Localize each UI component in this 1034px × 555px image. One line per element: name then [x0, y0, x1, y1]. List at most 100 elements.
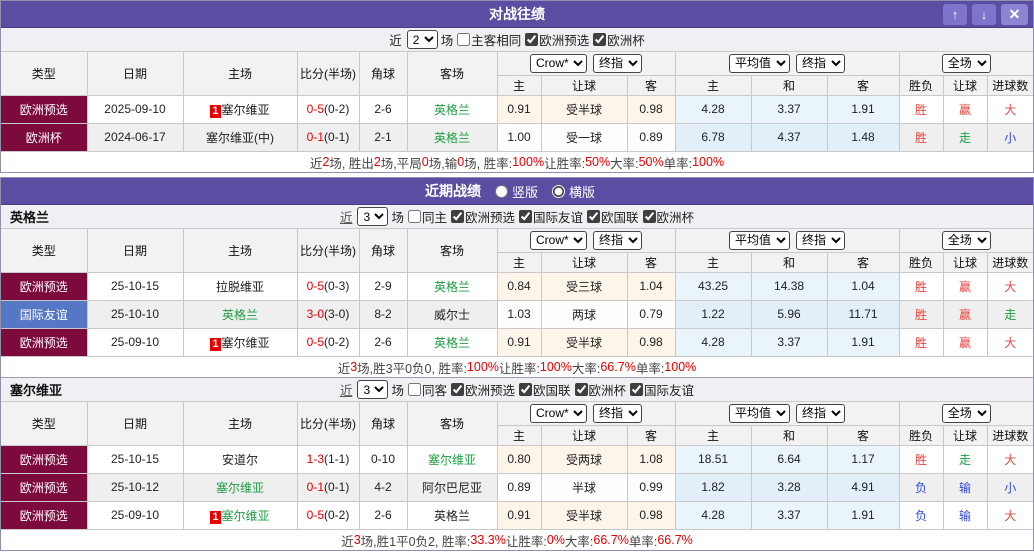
- summary-segment: 0%: [546, 533, 565, 547]
- filter-checkbox-item[interactable]: 同客: [407, 380, 447, 399]
- home-odds-cell: 0.91: [496, 327, 542, 357]
- checkbox-icon[interactable]: [574, 383, 588, 396]
- summary-segment: 让胜率:: [544, 156, 586, 171]
- scope-select[interactable]: 全场: [941, 230, 991, 250]
- column-subheader: 客: [626, 251, 676, 273]
- stage-select[interactable]: 终指: [796, 53, 846, 73]
- close-button[interactable]: ✕: [1001, 4, 1028, 25]
- column-header: 主场: [182, 51, 298, 96]
- column-header: 角球: [358, 51, 408, 96]
- match-count-select[interactable]: 3: [357, 207, 389, 226]
- bookmaker-select[interactable]: Crow*: [530, 230, 588, 250]
- checkbox-icon[interactable]: [630, 383, 644, 396]
- avg-away-cell: 1.91: [826, 500, 900, 530]
- column-header: 客场: [406, 228, 498, 273]
- summary-segment: 100%: [539, 360, 572, 374]
- filter-checkbox-item[interactable]: 欧洲预选: [450, 207, 515, 226]
- near-label[interactable]: 近: [340, 380, 353, 399]
- corner-cell: 8-2: [358, 299, 408, 329]
- summary-segment: 100%: [466, 360, 499, 374]
- filter-checkbox-item[interactable]: 国际友谊: [630, 380, 694, 399]
- radio-label: 竖版: [511, 184, 538, 200]
- average-select[interactable]: 平均值: [729, 230, 791, 250]
- stage-select[interactable]: 终指: [593, 53, 643, 73]
- summary-segment: 近: [341, 534, 354, 549]
- team-name: 英格兰: [433, 130, 470, 145]
- bookmaker-select[interactable]: Crow*: [530, 53, 588, 73]
- dropdown-group-cell: Crow* 终指: [496, 51, 676, 76]
- england-filterbar: 英格兰 近 3 场 同主 欧洲预选 国际友谊 欧国联 欧洲杯: [1, 205, 1033, 229]
- match-type-cell: 欧洲预选: [0, 271, 88, 301]
- column-subheader: 进球数: [986, 74, 1034, 96]
- team-name: 塞尔维亚: [427, 452, 476, 467]
- halftime-score: (3-0): [324, 307, 350, 321]
- filter-checkbox-item[interactable]: 国际友谊: [519, 207, 583, 226]
- move-up-button[interactable]: ↑: [943, 4, 967, 25]
- match-count-select[interactable]: 3: [357, 380, 389, 399]
- checkbox-icon[interactable]: [593, 33, 607, 46]
- checkbox-icon[interactable]: [450, 383, 464, 396]
- scope-select[interactable]: 全场: [941, 403, 991, 423]
- column-header: 类型: [0, 51, 88, 96]
- away-odds-cell: 0.98: [626, 500, 676, 530]
- window-buttons: ↑ ↓ ✕: [943, 4, 1028, 25]
- filter-checkbox-item[interactable]: 主客相同: [457, 30, 521, 49]
- filter-checkbox-label: 欧洲杯: [656, 211, 695, 225]
- date-cell: 2024-06-17: [86, 122, 184, 152]
- team-name: 英格兰: [433, 508, 470, 523]
- team-name: 拉脱维亚: [215, 279, 264, 294]
- scope-select[interactable]: 全场: [941, 53, 991, 73]
- home-team-cell: 1 塞尔维亚: [182, 500, 298, 530]
- filter-checkbox-item[interactable]: 欧国联: [519, 380, 571, 399]
- stage-select[interactable]: 终指: [593, 230, 643, 250]
- handicap-cell: 受半球: [540, 500, 628, 530]
- summary-segment: 场,输: [428, 156, 458, 171]
- near-label[interactable]: 近: [340, 207, 353, 226]
- checkbox-icon[interactable]: [519, 210, 532, 223]
- checkbox-icon[interactable]: [587, 210, 601, 223]
- column-subheader: 进球数: [986, 424, 1034, 446]
- filter-checkbox-item[interactable]: 欧国联: [587, 207, 639, 226]
- filter-checkbox-item[interactable]: 欧洲杯: [593, 30, 645, 49]
- filter-checkbox-item[interactable]: 欧洲预选: [450, 380, 515, 399]
- checkbox-icon[interactable]: [407, 210, 421, 223]
- filter-checkbox-label: 欧洲预选: [464, 384, 515, 398]
- average-select[interactable]: 平均值: [729, 53, 791, 73]
- column-subheader: 主: [496, 424, 542, 446]
- bookmaker-select[interactable]: Crow*: [530, 403, 588, 423]
- table-row: 欧洲预选 2025-09-10 1 塞尔维亚 0-5(0-2) 2-6 英格兰 0.91 受半球…: [0, 94, 1034, 124]
- checkbox-icon[interactable]: [450, 210, 464, 223]
- radio-label: 横版: [569, 184, 596, 200]
- stage-select[interactable]: 终指: [593, 403, 643, 423]
- checkbox-icon[interactable]: [519, 383, 532, 396]
- away-team-cell: 威尔士: [406, 299, 498, 329]
- match-type-cell: 欧洲预选: [0, 94, 88, 124]
- avg-home-cell: 6.78: [674, 122, 752, 152]
- layout-radio-horizontal[interactable]: 横版: [552, 182, 595, 201]
- avg-draw-cell: 6.64: [750, 444, 828, 474]
- layout-radio-vertical[interactable]: 竖版: [494, 182, 538, 201]
- radio-icon[interactable]: [494, 184, 508, 198]
- match-count-select[interactable]: 2: [406, 30, 438, 49]
- filter-checkbox-item[interactable]: 欧洲预选: [525, 30, 589, 49]
- average-select[interactable]: 平均值: [729, 403, 791, 423]
- checkbox-icon[interactable]: [407, 383, 421, 396]
- team-name: 英格兰: [433, 279, 470, 294]
- radio-icon[interactable]: [552, 184, 565, 198]
- column-subheader: 和: [750, 74, 828, 96]
- avg-home-cell: 4.28: [674, 500, 752, 530]
- date-cell: 25-10-10: [86, 299, 184, 329]
- stage-select[interactable]: 终指: [796, 403, 846, 423]
- stage-select[interactable]: 终指: [796, 230, 846, 250]
- checkbox-icon[interactable]: [525, 33, 539, 46]
- filter-checkbox-item[interactable]: 欧洲杯: [574, 380, 626, 399]
- avg-away-cell: 1.04: [826, 271, 900, 301]
- corner-cell: 2-6: [358, 327, 408, 357]
- result-handicap-cell: 输: [942, 500, 988, 530]
- filter-checkbox-item[interactable]: 同主: [407, 207, 447, 226]
- filter-checkbox-item[interactable]: 欧洲杯: [642, 207, 695, 226]
- move-down-button[interactable]: ↓: [972, 4, 996, 25]
- checkbox-icon[interactable]: [457, 33, 471, 46]
- unit-label: 场: [440, 34, 454, 48]
- checkbox-icon[interactable]: [642, 210, 656, 223]
